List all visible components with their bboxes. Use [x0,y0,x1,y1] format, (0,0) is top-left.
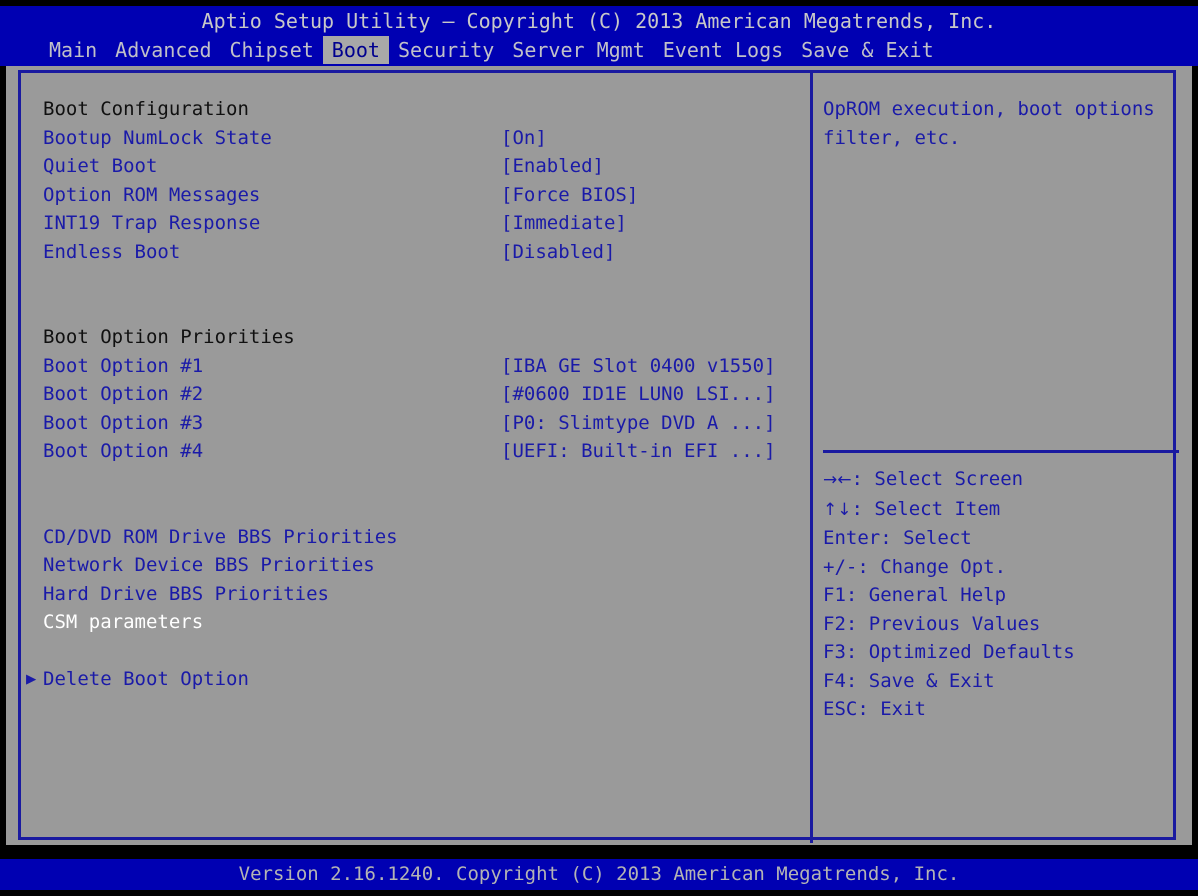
setting-value[interactable]: [P0: Slimtype DVD A ...] [501,409,776,438]
section-heading-boot-configuration: Boot Configuration [43,95,803,124]
submenu-label: Delete Boot Option [43,668,249,690]
setting-row-boot-option-4[interactable]: Boot Option #4 [UEFI: Built-in EFI ...] [43,437,803,466]
setting-row-int19-trap-response[interactable]: INT19 Trap Response [Immediate] [43,209,803,238]
submenu-label: Hard Drive BBS Priorities [43,582,329,605]
main-panel: Boot Configuration Bootup NumLock State … [6,66,1192,845]
submenu-row-csm-parameters[interactable]: CSM parameters [43,608,803,637]
submenu-row-hard-drive-bbs-priorities[interactable]: Hard Drive BBS Priorities [43,580,803,609]
setting-row-boot-option-3[interactable]: Boot Option #3 [P0: Slimtype DVD A ...] [43,409,803,438]
submenu-row-cddvd-rom-drive-bbs-priorities[interactable]: CD/DVD ROM Drive BBS Priorities [43,523,803,552]
settings-list: Boot Configuration Bootup NumLock State … [26,95,803,694]
key-legend-row-select-screen: →←: Select Screen [823,465,1179,495]
setting-value[interactable]: [#0600 ID1E LUN0 LSI...] [501,380,776,409]
submenu-label: CSM parameters [43,611,204,633]
setting-label: Bootup NumLock State [43,126,272,149]
panel-divider [810,73,813,843]
footer-band: Version 2.16.1240. Copyright (C) 2013 Am… [0,859,1198,890]
setting-label: INT19 Trap Response [43,212,261,234]
setting-label: Option ROM Messages [43,183,261,206]
submenu-label: Network Device BBS Priorities [43,554,375,576]
help-separator [823,450,1179,453]
setting-row-option-rom-messages[interactable]: Option ROM Messages [Force BIOS] [43,181,803,210]
setting-value[interactable]: [UEFI: Built-in EFI ...] [501,437,776,466]
section-heading-boot-option-priorities: Boot Option Priorities [43,323,803,352]
help-description: OpROM execution, boot options filter, et… [823,98,1167,149]
menu-tab-bar: Main Advanced Chipset Boot Security Serv… [40,36,943,66]
key-legend-row-general-help: F1: General Help [823,584,1007,606]
tab-server-mgmt[interactable]: Server Mgmt [503,36,653,64]
arrow-left-right-icon: →← [823,470,852,490]
tab-main[interactable]: Main [40,36,106,64]
submenu-row-network-device-bbs-priorities[interactable]: Network Device BBS Priorities [43,551,803,580]
bios-setup-screen: Aptio Setup Utility – Copyright (C) 2013… [0,0,1198,896]
key-legend: →←: Select Screen ↑↓: Select Item Enter:… [823,465,1179,724]
tab-security[interactable]: Security [389,36,503,64]
setting-value[interactable]: [Disabled] [501,238,615,267]
key-legend-row-save-and-exit: F4: Save & Exit [823,669,995,692]
submenu-row-delete-boot-option[interactable]: ▶ Delete Boot Option [26,665,803,694]
tab-boot[interactable]: Boot [322,36,389,64]
key-legend-row-exit: ESC: Exit [823,698,926,720]
tab-advanced[interactable]: Advanced [106,36,220,64]
setting-value[interactable]: [On] [501,124,547,153]
panel-border: Boot Configuration Bootup NumLock State … [18,70,1179,843]
section-heading-label: Boot Option Priorities [43,326,295,348]
key-legend-row-enter-select: Enter: Select [823,527,972,549]
setting-label: Boot Option #1 [43,354,204,377]
header-band: Aptio Setup Utility – Copyright (C) 2013… [0,6,1198,66]
version-text: Version 2.16.1240. Copyright (C) 2013 Am… [238,863,960,885]
setting-label: Boot Option #2 [43,383,204,405]
setting-row-bootup-numlock-state[interactable]: Bootup NumLock State [On] [43,124,803,153]
setting-label: Quiet Boot [43,155,158,177]
tab-chipset[interactable]: Chipset [221,36,323,64]
setting-value[interactable]: [Force BIOS] [501,181,638,210]
key-legend-row-change-opt: +/-: Change Opt. [823,555,1007,578]
page-title: Aptio Setup Utility – Copyright (C) 2013… [201,9,997,33]
setting-value[interactable]: [IBA GE Slot 0400 v1550] [501,352,776,381]
key-legend-row-optimized-defaults: F3: Optimized Defaults [823,641,1075,663]
setting-row-boot-option-2[interactable]: Boot Option #2 [#0600 ID1E LUN0 LSI...] [43,380,803,409]
triangle-right-icon: ▶ [26,669,37,689]
setting-label: Boot Option #3 [43,411,204,434]
setting-row-endless-boot[interactable]: Endless Boot [Disabled] [43,238,803,267]
key-legend-row-previous-values: F2: Previous Values [823,612,1041,635]
key-legend-row-select-item: ↑↓: Select Item [823,495,1179,525]
help-panel: OpROM execution, boot options filter, et… [823,95,1171,152]
arrow-up-down-icon: ↑↓ [823,499,852,520]
key-legend-text: : Select Screen [851,468,1024,490]
key-legend-text: : Select Item [851,497,1001,520]
section-heading-label: Boot Configuration [43,98,249,120]
setting-row-quiet-boot[interactable]: Quiet Boot [Enabled] [43,152,803,181]
setting-label: Endless Boot [43,240,181,263]
submenu-label: CD/DVD ROM Drive BBS Priorities [43,525,398,548]
setting-label: Boot Option #4 [43,440,204,462]
setting-value[interactable]: [Enabled] [501,152,604,181]
setting-value[interactable]: [Immediate] [501,209,627,238]
tab-event-logs[interactable]: Event Logs [654,36,792,64]
setting-row-boot-option-1[interactable]: Boot Option #1 [IBA GE Slot 0400 v1550] [43,352,803,381]
tab-save-and-exit[interactable]: Save & Exit [792,36,942,64]
